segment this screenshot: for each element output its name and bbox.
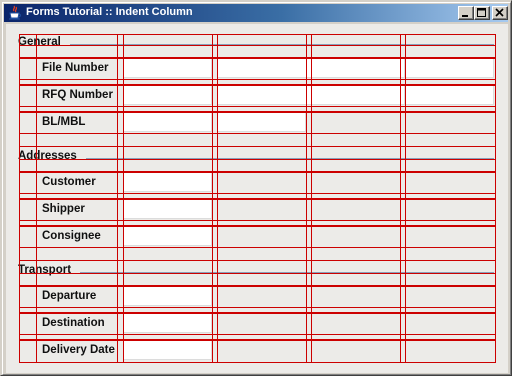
minimize-icon bbox=[462, 15, 468, 17]
close-icon bbox=[495, 8, 504, 17]
section-title-transport: Transport bbox=[18, 264, 72, 276]
debug-grid-row-line bbox=[19, 220, 496, 221]
debug-grid-row-line bbox=[19, 45, 496, 46]
debug-grid-row-line bbox=[19, 313, 496, 314]
debug-grid-row-line bbox=[19, 34, 496, 35]
label-rfq-number: RFQ Number bbox=[42, 89, 113, 101]
label-file-number: File Number bbox=[42, 62, 109, 74]
consignee-field[interactable] bbox=[123, 226, 212, 246]
shipper-field[interactable] bbox=[123, 199, 212, 219]
debug-grid-row-line bbox=[19, 172, 496, 173]
debug-grid-row-line bbox=[19, 247, 496, 248]
file-number-field-1[interactable] bbox=[123, 58, 212, 78]
debug-grid-row-line bbox=[19, 334, 496, 335]
maximize-icon bbox=[477, 8, 486, 17]
debug-grid-row-line bbox=[19, 193, 496, 194]
label-destination: Destination bbox=[42, 317, 105, 329]
bl-mbl-field-2[interactable] bbox=[217, 112, 306, 132]
debug-grid-row-line bbox=[19, 85, 496, 86]
debug-grid-row-line bbox=[19, 146, 496, 147]
label-delivery-date: Delivery Date bbox=[42, 344, 115, 356]
debug-grid-row-line bbox=[19, 286, 496, 287]
rfq-number-field-1[interactable] bbox=[123, 85, 212, 105]
close-button[interactable] bbox=[492, 6, 508, 20]
label-departure: Departure bbox=[42, 290, 97, 302]
debug-grid-row-line bbox=[19, 226, 496, 227]
debug-grid-row-line bbox=[19, 79, 496, 80]
maximize-button[interactable] bbox=[474, 6, 490, 20]
debug-grid-row-line bbox=[19, 106, 496, 107]
debug-grid-row-line bbox=[19, 58, 496, 59]
form-panel: General File Number RFQ Number BL/MBL Ad… bbox=[6, 24, 508, 373]
debug-grid-row-line bbox=[19, 273, 496, 274]
customer-field[interactable] bbox=[123, 172, 212, 192]
delivery-date-field[interactable] bbox=[123, 340, 212, 360]
debug-grid-row-line bbox=[19, 159, 496, 160]
departure-field[interactable] bbox=[123, 286, 212, 306]
label-shipper: Shipper bbox=[42, 203, 85, 215]
minimize-button[interactable] bbox=[458, 6, 474, 20]
title-bar[interactable]: Forms Tutorial :: Indent Column bbox=[4, 4, 508, 22]
label-consignee: Consignee bbox=[42, 230, 101, 242]
debug-grid-row-line bbox=[19, 362, 496, 363]
debug-grid-row-line bbox=[19, 199, 496, 200]
app-window: Forms Tutorial :: Indent Column General … bbox=[0, 0, 512, 376]
section-title-addresses: Addresses bbox=[18, 150, 77, 162]
debug-grid-row-line bbox=[19, 112, 496, 113]
section-title-general: General bbox=[18, 36, 61, 48]
bl-mbl-field-1[interactable] bbox=[123, 112, 212, 132]
java-coffee-cup-icon bbox=[8, 5, 22, 21]
debug-grid-row-line bbox=[19, 133, 496, 134]
rfq-number-field-3[interactable] bbox=[405, 85, 494, 105]
debug-grid-row-line bbox=[19, 260, 496, 261]
window-title: Forms Tutorial :: Indent Column bbox=[26, 6, 193, 18]
destination-field[interactable] bbox=[123, 313, 212, 333]
debug-grid-row-line bbox=[19, 340, 496, 341]
label-bl-mbl: BL/MBL bbox=[42, 116, 86, 128]
file-number-field-3[interactable] bbox=[405, 58, 494, 78]
label-customer: Customer bbox=[42, 176, 96, 188]
debug-grid-row-line bbox=[19, 307, 496, 308]
